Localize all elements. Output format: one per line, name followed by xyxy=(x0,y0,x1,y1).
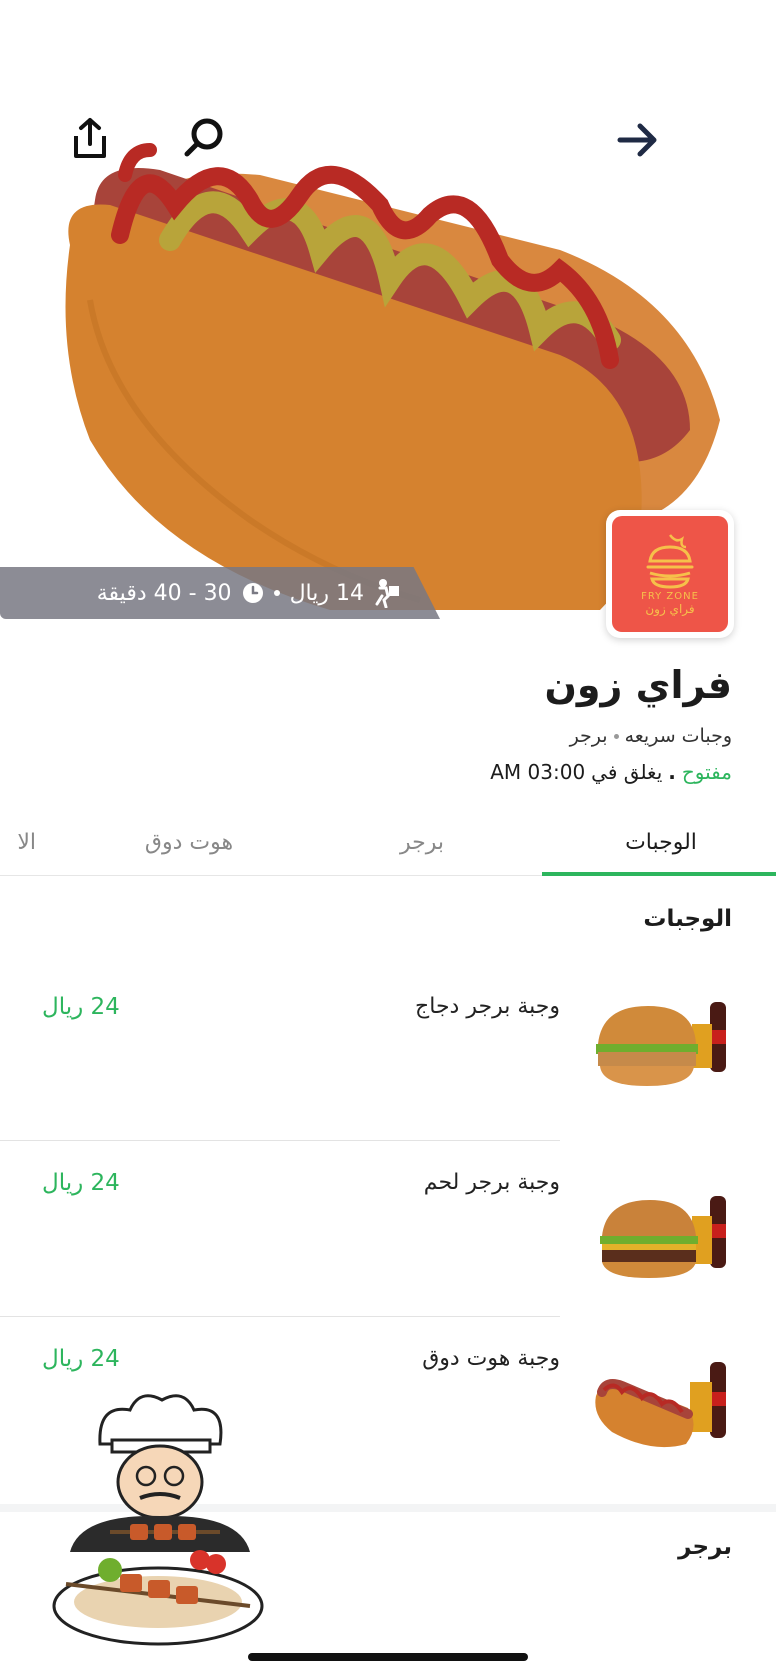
search-icon xyxy=(184,118,223,157)
search-button[interactable] xyxy=(176,110,232,166)
delivery-rider-icon xyxy=(375,579,399,608)
delivery-fee: 14 ريال xyxy=(289,580,364,606)
tab-meals[interactable]: الوجبات xyxy=(566,808,756,876)
menu-item[interactable]: وجبة برجر لحم 24 ريال xyxy=(0,1170,776,1346)
item-price: 24 ريال xyxy=(42,994,120,1020)
category-fast-food: وجبات سريعه xyxy=(624,725,732,747)
item-price: 24 ريال xyxy=(42,1170,120,1196)
active-tab-indicator xyxy=(542,872,776,876)
close-time: 03:00 AM xyxy=(490,760,586,784)
store-status: مفتوح . يغلق في 03:00 AM xyxy=(490,760,732,784)
share-icon xyxy=(74,118,106,158)
section-title-meals: الوجبات xyxy=(643,906,732,932)
tab-burger[interactable]: برجر xyxy=(362,808,482,876)
item-divider xyxy=(0,1316,560,1317)
arrow-right-icon xyxy=(617,123,657,157)
item-name: وجبة برجر دجاج xyxy=(415,994,560,1019)
item-name: وجبة برجر لحم xyxy=(423,1170,560,1195)
status-separator: . xyxy=(668,760,676,784)
tab-hotdog[interactable]: هوت دوق xyxy=(124,808,254,876)
burger-logo-icon xyxy=(646,533,694,589)
back-button[interactable] xyxy=(610,112,666,168)
delivery-time: 30 - 40 دقيقة xyxy=(96,580,232,606)
logo-text-ar: فراي زون xyxy=(645,601,695,616)
chicken-burger-meal-image xyxy=(596,1002,726,1086)
hotdog-meal-image xyxy=(595,1362,726,1448)
share-button[interactable] xyxy=(62,110,118,166)
chef-kebab-illustration xyxy=(52,1394,264,1646)
store-logo: FRY ZONE فراي زون xyxy=(606,510,734,638)
store-name: فراي زون xyxy=(544,663,732,707)
separator-dot xyxy=(273,590,280,596)
category-tabs: الوجبات برجر هوت دوق الا xyxy=(0,808,776,876)
store-categories: وجبات سريعه برجر xyxy=(570,725,732,747)
tab-more[interactable]: الا xyxy=(0,808,36,876)
category-burger: برجر xyxy=(569,725,608,747)
home-indicator xyxy=(248,1653,528,1661)
category-separator xyxy=(613,733,619,739)
item-name: وجبة هوت دوق xyxy=(422,1346,560,1371)
item-divider xyxy=(0,1140,560,1141)
item-price: 24 ريال xyxy=(42,1346,120,1372)
menu-item[interactable]: وجبة برجر دجاج 24 ريال xyxy=(0,994,776,1170)
status-open-label: مفتوح xyxy=(681,760,732,784)
beef-burger-meal-image xyxy=(600,1196,726,1278)
logo-text-en: FRY ZONE xyxy=(641,590,699,602)
clock-icon xyxy=(242,583,263,603)
section-title-burger: برجر xyxy=(678,1534,732,1560)
status-closes-label: يغلق في xyxy=(591,760,663,784)
delivery-info-strip: 14 ريال 30 - 40 دقيقة xyxy=(0,567,440,619)
